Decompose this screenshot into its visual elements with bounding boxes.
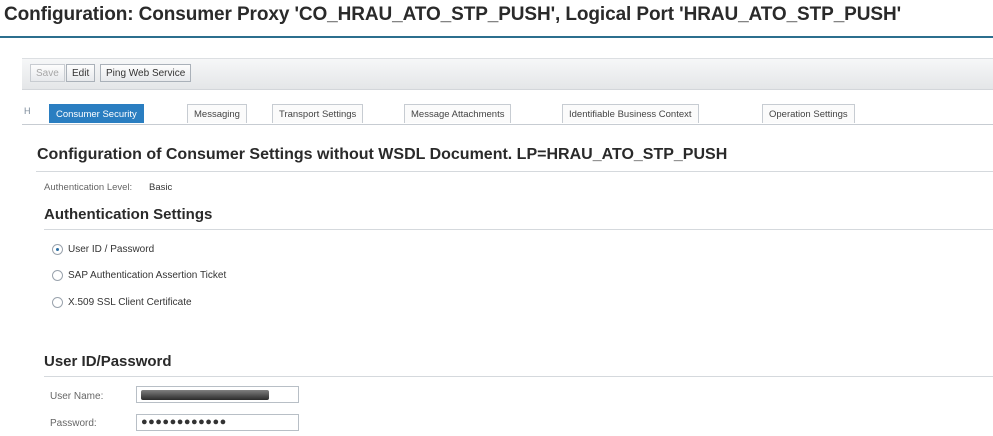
tab-message-attachments[interactable]: Message Attachments: [404, 104, 512, 123]
user-name-field[interactable]: [136, 386, 299, 403]
edit-button[interactable]: Edit: [66, 64, 96, 82]
userpw-title: User ID/Password: [44, 353, 172, 370]
user-name-label: User Name:: [50, 391, 104, 402]
auth-option-x509-certificate[interactable]: X.509 SSL Client Certificate: [52, 294, 192, 310]
tab-identifiable-business-context[interactable]: Identifiable Business Context: [562, 104, 699, 123]
auth-option-label: X.509 SSL Client Certificate: [68, 296, 192, 308]
tab-operation-settings[interactable]: Operation Settings: [762, 104, 855, 123]
radio-button[interactable]: [52, 296, 63, 308]
password-field[interactable]: ●●●●●●●●●●●●: [136, 414, 299, 431]
userpw-divider: [44, 376, 993, 377]
auth-level-value: Basic: [149, 182, 173, 193]
section-title: Configuration of Consumer Settings witho…: [37, 146, 728, 163]
auth-option-sap-ticket[interactable]: SAP Authentication Assertion Ticket: [52, 267, 226, 283]
auth-option-user-password[interactable]: User ID / Password: [52, 241, 154, 257]
page-title: Configuration: Consumer Proxy 'CO_HRAU_A…: [4, 4, 901, 25]
radio-button[interactable]: [52, 269, 63, 281]
title-divider: [0, 36, 993, 38]
auth-option-label: User ID / Password: [68, 243, 155, 255]
toolbar: Save Edit Ping Web Service: [22, 58, 993, 90]
redacted-value: [141, 390, 269, 400]
tab-strip: H Consumer Security Messaging Transport …: [22, 102, 993, 125]
tab-scroll-left-icon[interactable]: H: [24, 106, 31, 116]
tab-transport-settings[interactable]: Transport Settings: [272, 104, 364, 123]
auth-settings-title: Authentication Settings: [44, 206, 213, 223]
section-divider: [36, 171, 993, 172]
tab-consumer-security[interactable]: Consumer Security: [49, 104, 144, 123]
password-label: Password:: [50, 418, 97, 429]
auth-option-label: SAP Authentication Assertion Ticket: [68, 269, 227, 281]
radio-button-checked[interactable]: [52, 243, 63, 255]
auth-settings-divider: [44, 229, 993, 230]
password-value: ●●●●●●●●●●●●: [141, 416, 227, 428]
save-button[interactable]: Save: [30, 64, 65, 82]
tab-messaging[interactable]: Messaging: [187, 104, 247, 123]
auth-level-label: Authentication Level:: [44, 182, 133, 193]
ping-web-service-button[interactable]: Ping Web Service: [100, 64, 192, 82]
